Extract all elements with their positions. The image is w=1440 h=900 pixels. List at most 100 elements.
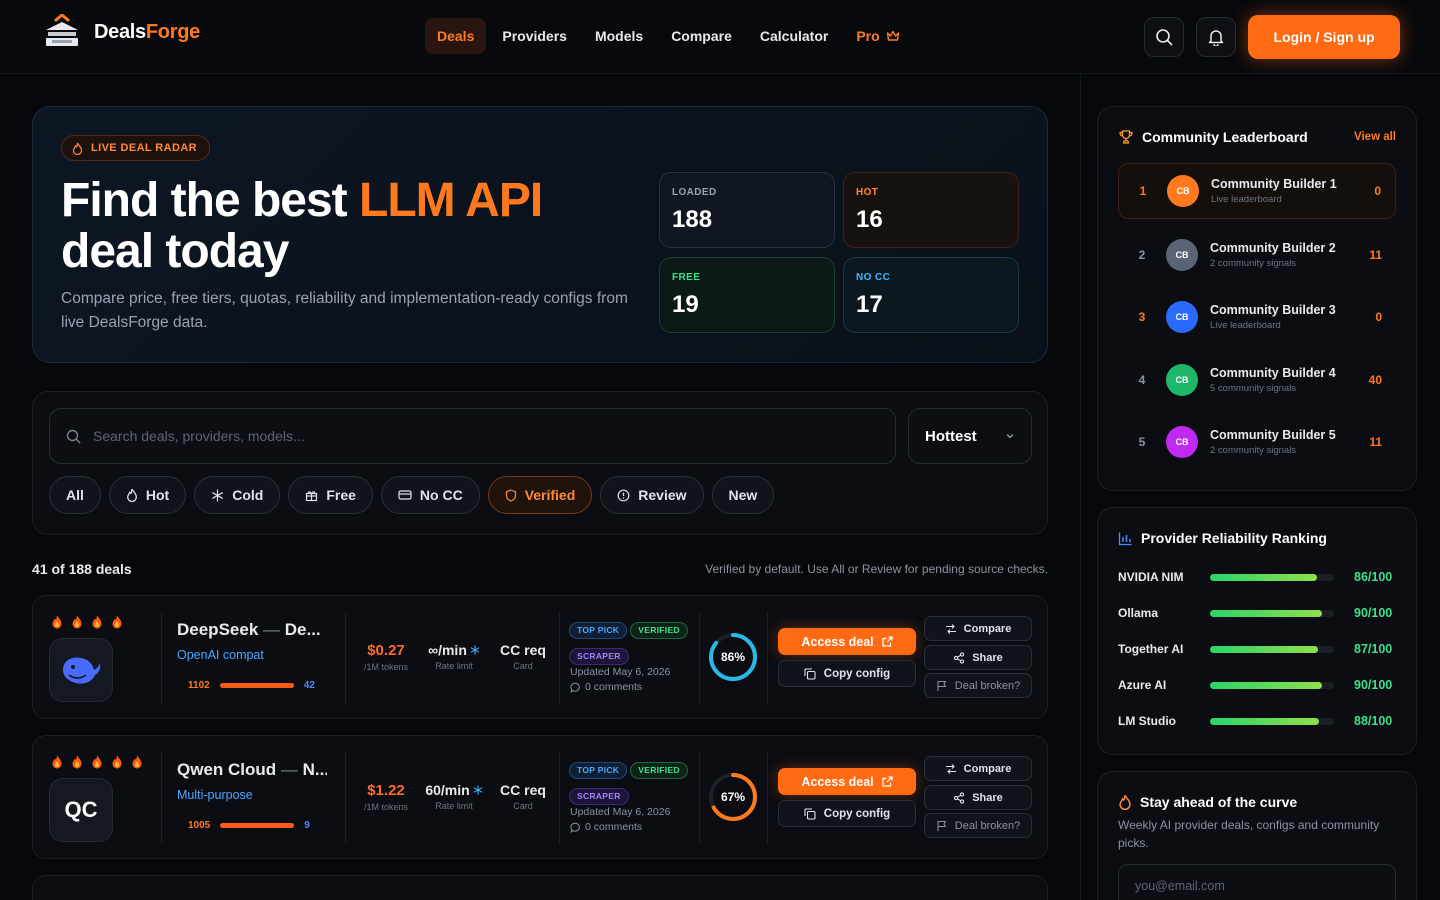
- reliability-row[interactable]: LM Studio 88/100: [1118, 711, 1402, 731]
- chip-cold[interactable]: Cold: [194, 476, 281, 514]
- leaderboard-row[interactable]: 1 CB Community Builder 1 Live leaderboard 0: [1118, 163, 1396, 219]
- provider-name: NVIDIA NIM: [1118, 570, 1184, 584]
- nav-deals[interactable]: Deals: [425, 18, 487, 54]
- provider-logo: QC: [49, 778, 113, 842]
- leaderboard-name: Community Builder 3: [1210, 303, 1336, 317]
- live-deal-radar-badge: LIVE DEAL RADAR: [61, 135, 211, 161]
- leaderboard-score: 11: [1369, 248, 1382, 262]
- deal-card: [32, 875, 1048, 900]
- vote-score: 1102 42: [188, 680, 315, 691]
- sort-value: Hottest: [925, 427, 977, 445]
- reliability-percent: 86%: [720, 650, 746, 664]
- chip-verified[interactable]: Verified: [487, 476, 593, 514]
- reliability-row[interactable]: Together AI 87/100: [1118, 639, 1402, 659]
- leaderboard-user: Community Builder 1 Live leaderboard: [1211, 177, 1337, 205]
- forge-anvil-icon: [46, 14, 78, 46]
- updated-date: Updated May 6, 2026: [570, 806, 671, 818]
- chip-free[interactable]: Free: [288, 476, 373, 514]
- main-nav: Deals Providers Models Compare Calculato…: [425, 18, 916, 54]
- search-box: [49, 408, 896, 464]
- login-signup-button[interactable]: Login / Sign up: [1248, 15, 1400, 59]
- leaderboard-score: 11: [1369, 435, 1382, 449]
- price-metric: $0.27 /1M tokens: [363, 642, 409, 672]
- nav-pro-label: Pro: [856, 28, 880, 44]
- copy-config-button[interactable]: Copy config: [778, 800, 916, 827]
- bell-icon: [1208, 30, 1224, 46]
- badge-label: LIVE DEAL RADAR: [91, 142, 198, 154]
- reliability-score: 87/100: [1354, 642, 1393, 656]
- sort-select[interactable]: Hottest: [908, 408, 1032, 464]
- nav-models[interactable]: Models: [583, 18, 655, 54]
- stat-no-cc: NO CC 17: [843, 257, 1019, 333]
- downvote-count: 9: [304, 820, 310, 831]
- leaderboard-name: Community Builder 4: [1210, 366, 1336, 380]
- reliability-row[interactable]: Ollama 90/100: [1118, 603, 1402, 623]
- nav-calculator[interactable]: Calculator: [748, 18, 840, 54]
- comments-link[interactable]: 0 comments: [570, 681, 642, 693]
- layout-divider: [1080, 74, 1081, 900]
- reliability-bar: [1210, 717, 1334, 725]
- flame-icon: [72, 755, 82, 769]
- card-requirement-metric: CC req Card: [500, 642, 546, 671]
- chip-all[interactable]: All: [49, 476, 101, 514]
- leaderboard-name: Community Builder 5: [1210, 428, 1336, 442]
- leaderboard-view-all-link[interactable]: View all: [1354, 131, 1396, 143]
- leaderboard-row[interactable]: 5 CB Community Builder 5 2 community signal…: [1118, 414, 1396, 470]
- external-link-icon: [882, 776, 893, 787]
- leaderboard-row[interactable]: 4 CB Community Builder 4 5 community signal…: [1118, 352, 1396, 408]
- nav-pro[interactable]: Pro: [844, 18, 911, 54]
- reliability-percent: 67%: [720, 790, 746, 804]
- column-separator: [161, 612, 162, 704]
- snowflake-icon: [470, 645, 480, 655]
- deal-compat: Multi-purpose: [177, 788, 253, 802]
- compare-button[interactable]: Compare: [924, 616, 1032, 641]
- newsletter-email-input[interactable]: [1135, 865, 1375, 900]
- share-button[interactable]: Share: [924, 785, 1032, 810]
- chip-review[interactable]: Review: [600, 476, 704, 514]
- chip-hot[interactable]: Hot: [108, 476, 187, 514]
- copy-icon: [804, 807, 816, 820]
- reliability-row[interactable]: NVIDIA NIM 86/100: [1118, 567, 1402, 587]
- avatar: CB: [1166, 239, 1198, 271]
- flag-icon: [937, 820, 946, 831]
- community-leaderboard-panel: Community Leaderboard View all 1 CB Commun…: [1097, 106, 1417, 491]
- flame-icon: [72, 142, 83, 155]
- search-button[interactable]: [1144, 17, 1184, 57]
- search-icon: [1156, 29, 1173, 46]
- flame-icon: [92, 615, 102, 629]
- compare-button[interactable]: Compare: [924, 756, 1032, 781]
- chevron-down-icon: [1006, 434, 1014, 439]
- access-deal-button[interactable]: Access deal: [778, 628, 916, 655]
- access-deal-button[interactable]: Access deal: [778, 768, 916, 795]
- chip-no-cc[interactable]: No CC: [380, 476, 480, 514]
- brand-logo[interactable]: DealsForge: [42, 14, 200, 50]
- credit-card-icon: [398, 490, 412, 500]
- leaderboard-score: 0: [1374, 184, 1381, 198]
- search-icon: [66, 429, 81, 444]
- whale-logo-icon: [63, 657, 101, 684]
- leaderboard-row[interactable]: 2 CB Community Builder 2 2 community signal…: [1118, 227, 1396, 283]
- flame-icon: [52, 755, 62, 769]
- provider-name: Ollama: [1118, 606, 1159, 620]
- leaderboard-row[interactable]: 3 CB Community Builder 3 Live leaderboard 0: [1118, 289, 1396, 345]
- copy-config-button[interactable]: Copy config: [778, 660, 916, 687]
- leaderboard-meta: Live leaderboard: [1211, 194, 1282, 205]
- notifications-button[interactable]: [1196, 17, 1236, 57]
- leaderboard-meta: 2 community signals: [1210, 258, 1297, 269]
- reliability-bar-fill: [1210, 573, 1317, 581]
- avatar: CB: [1166, 426, 1198, 458]
- report-broken-button[interactable]: Deal broken?: [924, 673, 1032, 698]
- gift-icon: [306, 490, 318, 501]
- report-broken-button[interactable]: Deal broken?: [924, 813, 1032, 838]
- nav-compare[interactable]: Compare: [659, 18, 744, 54]
- deal-title[interactable]: DeepSeek — De...: [177, 620, 327, 640]
- column-separator: [161, 752, 162, 844]
- reliability-row[interactable]: Azure AI 90/100: [1118, 675, 1402, 695]
- chip-new[interactable]: New: [711, 476, 775, 514]
- search-input[interactable]: [93, 428, 853, 444]
- nav-providers[interactable]: Providers: [490, 18, 579, 54]
- comments-link[interactable]: 0 comments: [570, 821, 642, 833]
- hero-subtitle: Compare price, free tiers, quotas, relia…: [61, 290, 628, 331]
- deal-title[interactable]: Qwen Cloud — N...: [177, 760, 327, 780]
- share-button[interactable]: Share: [924, 645, 1032, 670]
